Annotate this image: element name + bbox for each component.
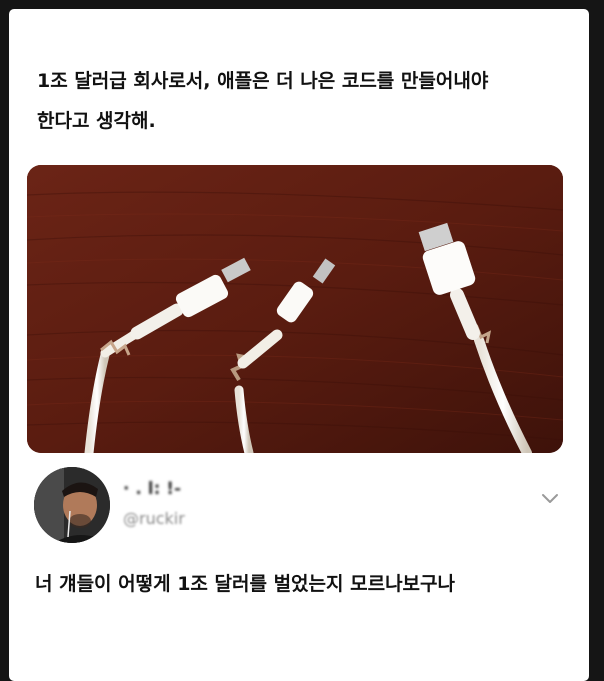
chevron-down-icon[interactable] [539,487,561,509]
reply-text: 너 걔들이 어떻게 1조 달러를 벌었는지 모르나보구나 [35,573,455,595]
reply-author-handle[interactable]: @ruckir [123,509,185,528]
tweet-photo-frayed-lightning-cables[interactable] [27,165,563,453]
tweet-card: 1조 달러급 회사로서, 애플은 더 나은 코드를 만들어내야 한다고 생각해. [9,9,589,681]
avatar[interactable] [34,467,110,543]
avatar-photo [34,467,110,543]
cables-photo [27,165,563,453]
reply-tweet: · . l: !- @ruckir 너 걔들이 어떻게 1조 달러를 벌었는지 … [9,453,589,681]
tweet-text: 1조 달러급 회사로서, 애플은 더 나은 코드를 만들어내야 한다고 생각해. [37,61,577,141]
reply-author-name[interactable]: · . l: !- [123,479,181,499]
tweet-text-line-2: 한다고 생각해. [37,110,156,132]
tweet-text-line-1: 1조 달러급 회사로서, 애플은 더 나은 코드를 만들어내야 [37,70,489,92]
